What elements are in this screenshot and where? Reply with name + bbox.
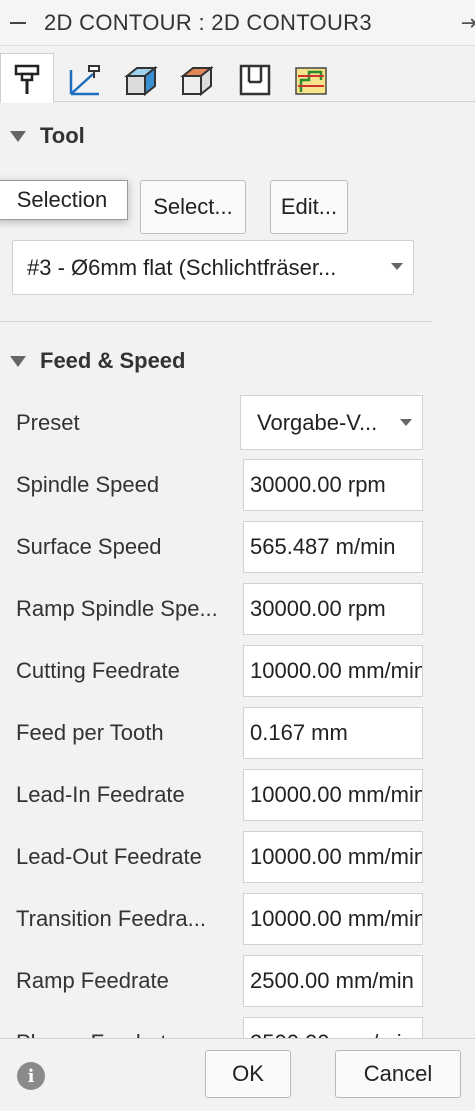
ok-button[interactable]: OK <box>205 1050 291 1098</box>
preset-dropdown-value: Vorgabe-V... <box>257 409 378 435</box>
tab-tool[interactable] <box>0 53 54 103</box>
tab-linking[interactable] <box>226 53 280 101</box>
tool-dropdown-value: #3 - Ø6mm flat (Schlichtfräser... <box>27 254 337 280</box>
info-icon[interactable]: i <box>17 1062 45 1090</box>
tab-heights[interactable] <box>112 53 166 101</box>
tool-tab-icon <box>14 64 40 94</box>
transition-feedrate-label: Transition Feedra... <box>16 906 206 931</box>
linking-tab-icon <box>239 64 271 96</box>
dialog-footer: i OK Cancel <box>0 1038 475 1111</box>
surface-speed-label: Surface Speed <box>16 534 162 559</box>
select-button[interactable]: Select... <box>140 180 246 234</box>
tool-dropdown[interactable]: #3 - Ø6mm flat (Schlichtfräser... <box>12 240 414 295</box>
transition-feedrate-field[interactable]: 10000.00 mm/min <box>243 893 423 945</box>
tool-section-label: Tool <box>40 123 85 148</box>
passes-tab-icon <box>180 65 214 97</box>
dialog-title: 2D CONTOUR : 2D CONTOUR3 <box>44 9 372 35</box>
feed-section-label: Feed & Speed <box>40 348 186 373</box>
title-bar: 2D CONTOUR : 2D CONTOUR3 ⇥ <box>0 0 475 46</box>
ramp-feedrate-field[interactable]: 2500.00 mm/min <box>243 955 423 1007</box>
chevron-down-icon <box>400 419 412 426</box>
feed-per-tooth-label: Feed per Tooth <box>16 720 164 745</box>
feed-section-header[interactable]: Feed & Speed <box>0 341 475 381</box>
ramp-spindle-speed-field[interactable]: 30000.00 rpm <box>243 583 423 635</box>
cancel-button[interactable]: Cancel <box>335 1050 461 1098</box>
lead-out-feedrate-field[interactable]: 10000.00 mm/min <box>243 831 423 883</box>
feed-per-tooth-field[interactable]: 0.167 mm <box>243 707 423 759</box>
lead-in-feedrate-label: Lead-In Feedrate <box>16 782 185 807</box>
lead-in-feedrate-field[interactable]: 10000.00 mm/min <box>243 769 423 821</box>
tab-post[interactable] <box>282 53 336 101</box>
tab-strip <box>0 47 475 103</box>
tab-passes[interactable] <box>168 53 222 101</box>
heights-tab-icon <box>124 65 158 97</box>
post-tab-icon <box>295 67 327 95</box>
edit-button[interactable]: Edit... <box>270 180 348 234</box>
spindle-speed-label: Spindle Speed <box>16 472 160 497</box>
collapse-icon[interactable] <box>10 21 26 24</box>
tab-geometry[interactable] <box>56 53 110 101</box>
expand-arrow-icon[interactable]: ⇥ <box>461 10 475 36</box>
ramp-feedrate-label: Ramp Feedrate <box>16 968 169 993</box>
surface-speed-field[interactable]: 565.487 m/min <box>243 521 423 573</box>
tool-section-header[interactable]: Tool <box>0 116 475 156</box>
selection-tooltip: Selection <box>0 180 128 220</box>
section-divider <box>0 321 433 322</box>
cutting-feedrate-label: Cutting Feedrate <box>16 658 180 683</box>
preset-label: Preset <box>16 410 80 435</box>
chevron-down-icon <box>391 263 403 270</box>
ramp-spindle-speed-label: Ramp Spindle Spe... <box>16 596 218 621</box>
cutting-feedrate-field[interactable]: 10000.00 mm/min <box>243 645 423 697</box>
geometry-tab-icon <box>69 65 100 96</box>
collapse-triangle-icon <box>10 355 26 367</box>
spindle-speed-field[interactable]: 30000.00 rpm <box>243 459 423 511</box>
preset-dropdown[interactable]: Vorgabe-V... <box>240 395 423 450</box>
collapse-triangle-icon <box>10 130 26 142</box>
lead-out-feedrate-label: Lead-Out Feedrate <box>16 844 202 869</box>
